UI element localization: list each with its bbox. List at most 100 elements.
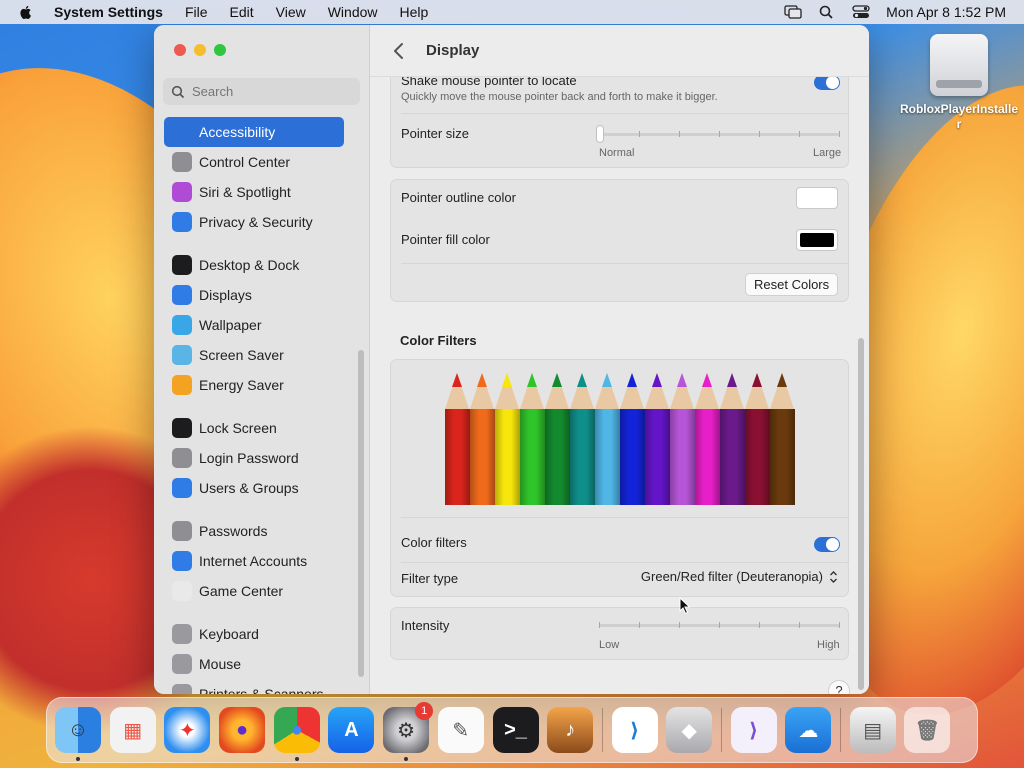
menu-view[interactable]: View [276, 4, 306, 20]
running-indicator [76, 757, 80, 761]
help-button[interactable]: ? [828, 680, 850, 694]
sidebar-search[interactable] [163, 78, 360, 105]
pencil-1 [445, 373, 470, 505]
sidebar-item-login-password[interactable]: Login Password [164, 443, 344, 473]
sidebar-item-wallpaper[interactable]: Wallpaper [164, 310, 344, 340]
zoom-button[interactable] [214, 44, 226, 56]
sidebar-item-game-center[interactable]: Game Center [164, 576, 344, 606]
control-center-icon[interactable] [852, 5, 870, 19]
dock-browser-window-icon[interactable]: ▤ [849, 707, 896, 753]
pointer-size-slider[interactable] [596, 125, 840, 143]
sidebar-item-label: Passwords [199, 523, 268, 539]
menu-edit[interactable]: Edit [230, 4, 254, 20]
sidebar-item-siri-spotlight[interactable]: Siri & Spotlight [164, 177, 344, 207]
color-filters-toggle[interactable] [814, 537, 840, 552]
displays-icon [172, 285, 192, 305]
sidebar-item-screen-saver[interactable]: Screen Saver [164, 340, 344, 370]
outline-color-label: Pointer outline color [401, 190, 516, 205]
close-button[interactable] [174, 44, 186, 56]
sidebar-item-label: Desktop & Dock [199, 257, 300, 273]
dock-finder-icon[interactable]: ☺ [55, 707, 101, 761]
pointer-size-min-label: Normal [599, 147, 635, 159]
minimize-button[interactable] [194, 44, 206, 56]
sidebar-item-printers-scanners[interactable]: Printers & Scanners [164, 679, 344, 694]
energy-saver-icon [172, 375, 192, 395]
filter-type-popup[interactable]: Green/Red filter (Deuteranopia) [641, 569, 838, 584]
apple-menu-icon[interactable] [18, 4, 34, 20]
outline-color-well[interactable] [796, 187, 838, 209]
pencil-14 [770, 373, 795, 505]
sidebar-item-desktop-dock[interactable]: Desktop & Dock [164, 250, 344, 280]
menu-app-name[interactable]: System Settings [54, 4, 163, 20]
sidebar-item-label: Game Center [199, 583, 284, 599]
sidebar-item-keyboard[interactable]: Keyboard [164, 619, 344, 649]
pencil-12 [720, 373, 745, 505]
running-indicator [404, 757, 409, 761]
hand-icon [172, 212, 192, 232]
sidebar-item-mouse[interactable]: Mouse [164, 649, 344, 679]
sidebar-item-internet-accounts[interactable]: Internet Accounts [164, 546, 344, 576]
sidebar-item-accessibility[interactable]: Accessibility [164, 117, 344, 147]
dock-firefox-icon[interactable]: ● [219, 707, 266, 753]
slider-tick [719, 622, 720, 628]
sidebar-item-energy-saver[interactable]: Energy Saver [164, 370, 344, 400]
dock-launchpad-icon[interactable]: ▦ [109, 707, 156, 753]
shake-toggle[interactable] [814, 75, 840, 90]
page-title: Display [426, 42, 480, 59]
sidebar-item-passwords[interactable]: Passwords [164, 516, 344, 546]
screen-mirroring-icon[interactable] [784, 5, 802, 19]
dock-weather-icon[interactable]: ☁ [785, 707, 832, 753]
dock-vs-code-icon[interactable]: ⟩ [611, 707, 658, 753]
pointer-size-max-label: Large [813, 147, 842, 159]
dock-safari-icon[interactable]: ✦ [164, 707, 211, 753]
fill-color-well[interactable] [796, 229, 838, 251]
game-center-icon [172, 581, 192, 601]
menu-help[interactable]: Help [400, 4, 429, 20]
sidebar-item-label: Printers & Scanners [199, 686, 324, 694]
slider-tick [599, 622, 600, 628]
sidebar-item-displays[interactable]: Displays [164, 280, 344, 310]
pointer-size-label: Pointer size [401, 126, 469, 141]
users-groups-icon [172, 478, 192, 498]
sidebar-list: Accessibility Control Center Siri & Spotli… [164, 117, 344, 694]
sidebar-item-privacy-security[interactable]: Privacy & Security [164, 207, 344, 237]
dock-roblox-icon[interactable]: ◆ [666, 707, 713, 753]
wallpaper-icon [172, 315, 192, 335]
sidebar-item-label: Wallpaper [199, 317, 262, 333]
sidebar-item-users-groups[interactable]: Users & Groups [164, 473, 344, 503]
dock-textedit-icon[interactable]: ✎ [437, 707, 484, 753]
sidebar-scrollbar[interactable] [358, 350, 364, 677]
dock-trash-icon[interactable]: 🗑 [904, 707, 951, 753]
menu-window[interactable]: Window [328, 4, 378, 20]
back-chevron-icon[interactable] [392, 41, 406, 61]
slider-tick [639, 131, 640, 137]
search-input[interactable] [192, 84, 352, 99]
sidebar-item-label: Energy Saver [199, 377, 284, 393]
accessibility-icon [172, 122, 192, 142]
dock-visual-studio-icon[interactable]: ⟩ [730, 707, 777, 753]
menu-file[interactable]: File [185, 4, 208, 20]
sidebar-item-lock-screen[interactable]: Lock Screen [164, 413, 344, 443]
lock-icon [172, 418, 192, 438]
slider-tick [799, 622, 800, 628]
dock-app-store-icon[interactable]: A [328, 707, 375, 753]
intensity-slider[interactable] [599, 619, 840, 633]
dock-garageband-icon[interactable]: ♪ [547, 707, 594, 753]
pencil-5 [545, 373, 570, 505]
slider-tick [839, 622, 840, 628]
spotlight-search-icon[interactable] [818, 5, 836, 19]
sidebar-item-label: Internet Accounts [199, 553, 308, 569]
dock-chrome-icon[interactable]: ● [273, 707, 320, 761]
sidebar-item-control-center[interactable]: Control Center [164, 147, 344, 177]
sidebar-item-label: Keyboard [199, 626, 259, 642]
pencil-4 [520, 373, 545, 505]
reset-colors-button[interactable]: Reset Colors [745, 273, 839, 296]
dock-system-settings-icon[interactable]: ⚙ 1 [383, 702, 434, 761]
slider-tick [679, 131, 680, 137]
dock-terminal-icon[interactable]: >_ [492, 707, 539, 753]
slider-tick [759, 622, 760, 628]
desktop-file-roblox-installer[interactable]: RobloxPlayerInstaller [898, 34, 1020, 132]
menu-clock[interactable]: Mon Apr 8 1:52 PM [886, 4, 1006, 20]
main-scrollbar[interactable] [858, 338, 864, 690]
slider-knob[interactable] [596, 125, 604, 143]
